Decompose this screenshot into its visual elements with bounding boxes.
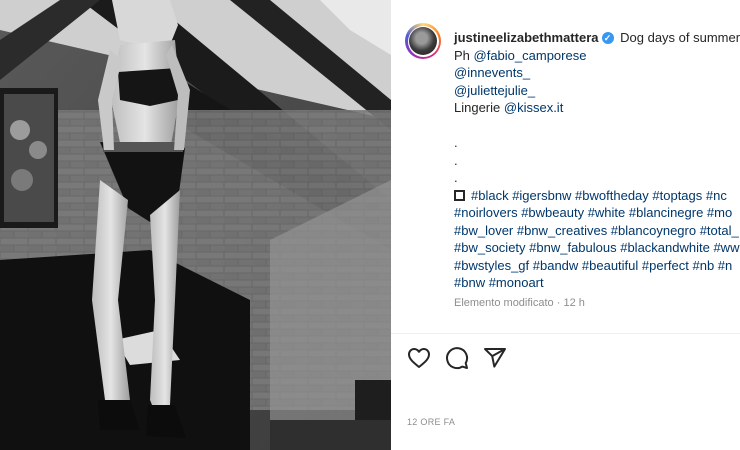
mention-link[interactable]: @kissex.it bbox=[504, 100, 563, 115]
caption-prefix: Ph bbox=[454, 47, 474, 63]
edited-label: Elemento modificato bbox=[454, 297, 554, 309]
mention-link[interactable]: @juliettejulie_ bbox=[454, 83, 535, 98]
heart-icon[interactable] bbox=[407, 346, 431, 370]
caption-line: Lingerie @kissex.it bbox=[454, 99, 740, 117]
hashtag-line: #black #igersbnw #bwoftheday #toptags #n… bbox=[454, 187, 740, 205]
caption-dot: . bbox=[454, 152, 458, 168]
avatar[interactable] bbox=[405, 23, 441, 59]
caption-line: @juliettejulie_ bbox=[454, 82, 740, 100]
caption-dot: . bbox=[454, 170, 458, 185]
hashtag-links[interactable]: #bwstyles_gf #bandw #beautiful #perfect … bbox=[454, 257, 740, 275]
edited-meta: Elemento modificato · 12 h bbox=[454, 297, 585, 309]
comment-icon[interactable] bbox=[445, 346, 469, 370]
avatar-image bbox=[409, 27, 437, 55]
verified-badge-icon: ✓ bbox=[601, 31, 614, 44]
edited-time[interactable]: 12 h bbox=[563, 297, 584, 309]
hashtag-links[interactable]: #bnw #monoart bbox=[454, 274, 740, 292]
post-time-ago[interactable]: 12 ORE FA bbox=[407, 417, 455, 427]
paper-plane-icon[interactable] bbox=[483, 346, 507, 370]
square-icon bbox=[454, 189, 465, 201]
hashtag-links[interactable]: #bw_society #bnw_fabulous #blackandwhite… bbox=[454, 239, 740, 257]
post-side-panel: justineelizabethmattera ✓ Dog days of sum… bbox=[391, 0, 740, 450]
post-caption: justineelizabethmattera ✓ Dog days of sum… bbox=[454, 29, 740, 292]
hashtag-links[interactable]: #black #igersbnw #bwoftheday #toptags #n… bbox=[471, 188, 727, 203]
caption-prefix: Lingerie bbox=[454, 100, 504, 115]
caption-dot: . bbox=[454, 135, 458, 150]
divider bbox=[391, 333, 740, 334]
avatar-ring bbox=[407, 25, 439, 57]
action-bar bbox=[407, 346, 507, 372]
hashtag-links[interactable]: #bw_lover #bnw_creatives #blancoynegro #… bbox=[454, 222, 740, 240]
hashtag-links[interactable]: #noirlovers #bwbeauty #white #blancinegr… bbox=[454, 204, 740, 222]
caption-line: Ph @fabio_camporese bbox=[454, 47, 740, 65]
caption-text: Dog days of summer. bbox=[620, 30, 740, 45]
post-photo[interactable] bbox=[0, 0, 391, 450]
mention-link[interactable]: @innevents_ bbox=[454, 65, 530, 80]
post-image bbox=[0, 0, 391, 450]
caption-line: @innevents_ bbox=[454, 64, 740, 82]
mention-link[interactable]: @fabio_camporese bbox=[474, 48, 587, 63]
username-link[interactable]: justineelizabethmattera bbox=[454, 30, 599, 45]
caption-header: justineelizabethmattera ✓ Dog days of sum… bbox=[454, 29, 740, 47]
